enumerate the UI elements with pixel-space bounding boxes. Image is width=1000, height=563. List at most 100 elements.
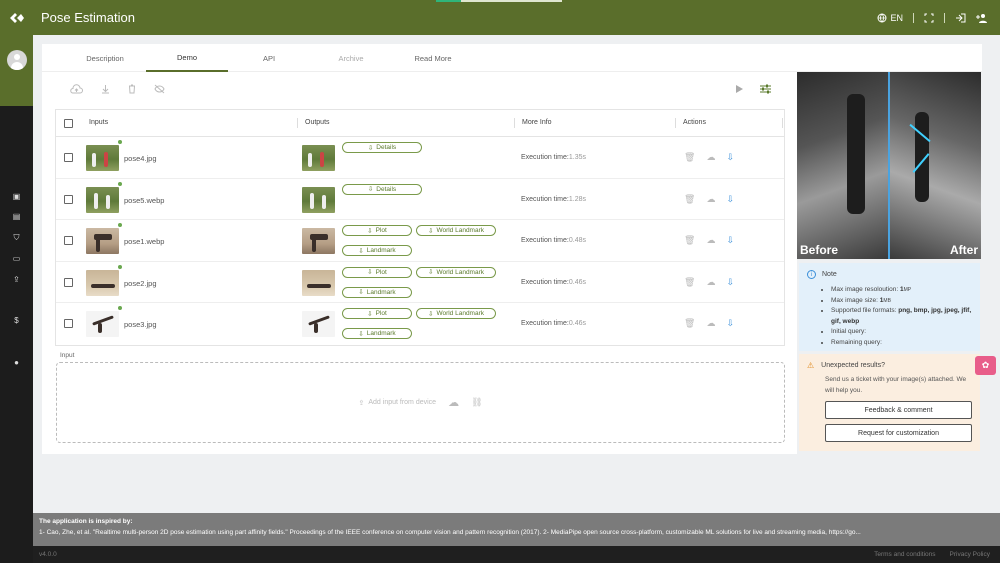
plot-button[interactable]: ⇩ Plot — [342, 225, 412, 237]
download-icon: ⇩ — [358, 289, 364, 297]
note-initial-query: Initial query: — [831, 327, 972, 338]
input-thumbnail[interactable] — [86, 311, 119, 338]
row-checkbox[interactable] — [64, 194, 73, 204]
cloud-icon[interactable]: ☁ — [706, 318, 715, 329]
settings-gear-icon[interactable]: ✿ — [975, 356, 996, 375]
landmark-button[interactable]: ⇩ Landmark — [342, 286, 412, 298]
tab-api[interactable]: API — [228, 44, 310, 72]
output-thumbnail[interactable] — [302, 269, 335, 296]
input-thumbnail[interactable] — [86, 145, 119, 171]
download-icon[interactable]: ⇩ — [726, 277, 734, 288]
row-actions: 🗑 ☁ ⇩ — [684, 235, 734, 246]
plot-button[interactable]: ⇩ Plot — [342, 266, 412, 278]
download-icon: ⇩ — [358, 247, 364, 255]
sidebar-tag-icon[interactable]: ▭ — [12, 254, 21, 263]
input-thumbnail[interactable] — [86, 228, 119, 255]
fullscreen-icon[interactable] — [924, 13, 934, 23]
row-checkbox[interactable] — [64, 319, 73, 329]
select-all-checkbox[interactable] — [64, 119, 73, 128]
output-thumbnail[interactable] — [302, 145, 335, 171]
comparison-slider-handle[interactable] — [888, 72, 890, 259]
output-thumbnail[interactable] — [302, 186, 335, 213]
sidebar-help-icon[interactable]: ● — [12, 358, 21, 367]
details-button[interactable]: ⇩ Details — [342, 183, 422, 195]
world-landmark-button[interactable]: ⇩ World Landmark — [416, 266, 496, 278]
avatar[interactable] — [6, 50, 27, 70]
download-icon[interactable]: ⇩ — [726, 235, 734, 246]
details-button[interactable]: ⇩ Details — [342, 142, 422, 153]
upload-cloud-icon[interactable] — [70, 84, 83, 94]
cloud-icon[interactable]: ☁ — [448, 396, 459, 409]
tab-archive[interactable]: Archive — [310, 44, 392, 72]
customization-button[interactable]: Request for customization — [825, 424, 972, 442]
input-thumbnail[interactable] — [86, 269, 119, 296]
trash-icon[interactable] — [128, 84, 136, 94]
sliders-icon[interactable] — [760, 84, 771, 94]
row-checkbox[interactable] — [64, 277, 73, 287]
header-inputs: Inputs — [89, 119, 109, 126]
input-thumbnail[interactable] — [86, 186, 119, 213]
login-icon[interactable] — [955, 13, 966, 23]
terms-link[interactable]: Terms and conditions — [874, 551, 935, 558]
note-panel: i Note Max image resoloution: 1MP Max ima… — [799, 263, 980, 351]
note-title: Note — [822, 271, 837, 278]
cloud-icon[interactable]: ☁ — [706, 194, 715, 205]
download-icon[interactable] — [101, 84, 110, 94]
download-icon[interactable]: ⇩ — [726, 318, 734, 329]
sidebar-upload-icon[interactable]: ⇪ — [12, 275, 21, 284]
delete-icon[interactable]: 🗑 — [684, 235, 695, 246]
unexpected-results-panel: ⚠ Unexpected results? Send us a ticket wi… — [799, 354, 980, 451]
play-icon[interactable] — [735, 84, 744, 94]
status-dot — [118, 264, 122, 269]
plot-button[interactable]: ⇩ Plot — [342, 308, 412, 320]
delete-icon[interactable]: 🗑 — [684, 152, 695, 163]
world-landmark-button[interactable]: ⇩ World Landmark — [416, 308, 496, 320]
add-user-icon[interactable] — [976, 13, 988, 23]
execution-time-value: 0.46s — [568, 320, 586, 328]
feedback-button[interactable]: Feedback & comment — [825, 401, 972, 419]
add-input-button[interactable]: ⇪ Add input from device — [358, 399, 436, 407]
tab-description[interactable]: Description — [64, 44, 146, 72]
sidebar-save-icon[interactable]: ▤ — [12, 212, 21, 221]
cloud-icon[interactable]: ☁ — [706, 235, 715, 246]
sidebar-dollar-icon[interactable]: $ — [12, 316, 21, 325]
world-landmark-button[interactable]: ⇩ World Landmark — [416, 225, 496, 237]
delete-icon[interactable]: 🗑 — [684, 318, 695, 329]
tab-demo[interactable]: Demo — [146, 44, 228, 72]
delete-icon[interactable]: 🗑 — [684, 194, 695, 205]
link-icon[interactable]: ⛓ — [471, 397, 482, 408]
tab-read-more[interactable]: Read More — [392, 44, 474, 72]
landmark-button[interactable]: ⇩ Landmark — [342, 245, 412, 257]
download-icon: ⇩ — [367, 269, 373, 277]
hide-icon[interactable] — [154, 84, 165, 94]
status-dot — [118, 140, 122, 144]
download-icon: ⇩ — [367, 144, 374, 152]
execution-time-label: Execution time: — [521, 278, 569, 286]
app-logo-icon[interactable] — [0, 0, 33, 35]
cloud-icon[interactable]: ☁ — [706, 277, 715, 288]
sidebar-shield-icon[interactable]: ⛉ — [12, 233, 21, 242]
world-landmark-label: World Landmark — [436, 268, 485, 276]
divider — [944, 12, 945, 23]
landmark-button[interactable]: ⇩ Landmark — [342, 328, 412, 340]
cloud-icon[interactable]: ☁ — [706, 152, 715, 163]
delete-icon[interactable]: 🗑 — [684, 277, 695, 288]
max-size-label: Max image size: — [831, 296, 878, 304]
download-icon[interactable]: ⇩ — [726, 152, 734, 163]
sidebar-screen-icon[interactable]: ▣ — [12, 192, 21, 201]
row-checkbox[interactable] — [64, 153, 73, 162]
row-checkbox[interactable] — [64, 236, 73, 246]
max-resolution-label: Max image resoloution: — [831, 286, 899, 293]
input-dropzone[interactable]: ⇪ Add input from device ☁ ⛓ — [56, 362, 785, 443]
output-thumbnail[interactable] — [302, 311, 335, 338]
language-selector[interactable]: EN — [877, 13, 903, 23]
plot-label: Plot — [375, 227, 387, 235]
execution-time-value: 1.28s — [568, 195, 586, 203]
download-icon[interactable]: ⇩ — [726, 194, 734, 205]
privacy-link[interactable]: Privacy Policy — [950, 551, 990, 558]
output-thumbnail[interactable] — [302, 228, 335, 255]
input-filename: pose1.webp — [124, 237, 165, 247]
download-icon: ⇩ — [367, 310, 373, 318]
landmark-label: Landmark — [366, 330, 396, 338]
before-after-preview[interactable]: Before After — [797, 72, 981, 259]
